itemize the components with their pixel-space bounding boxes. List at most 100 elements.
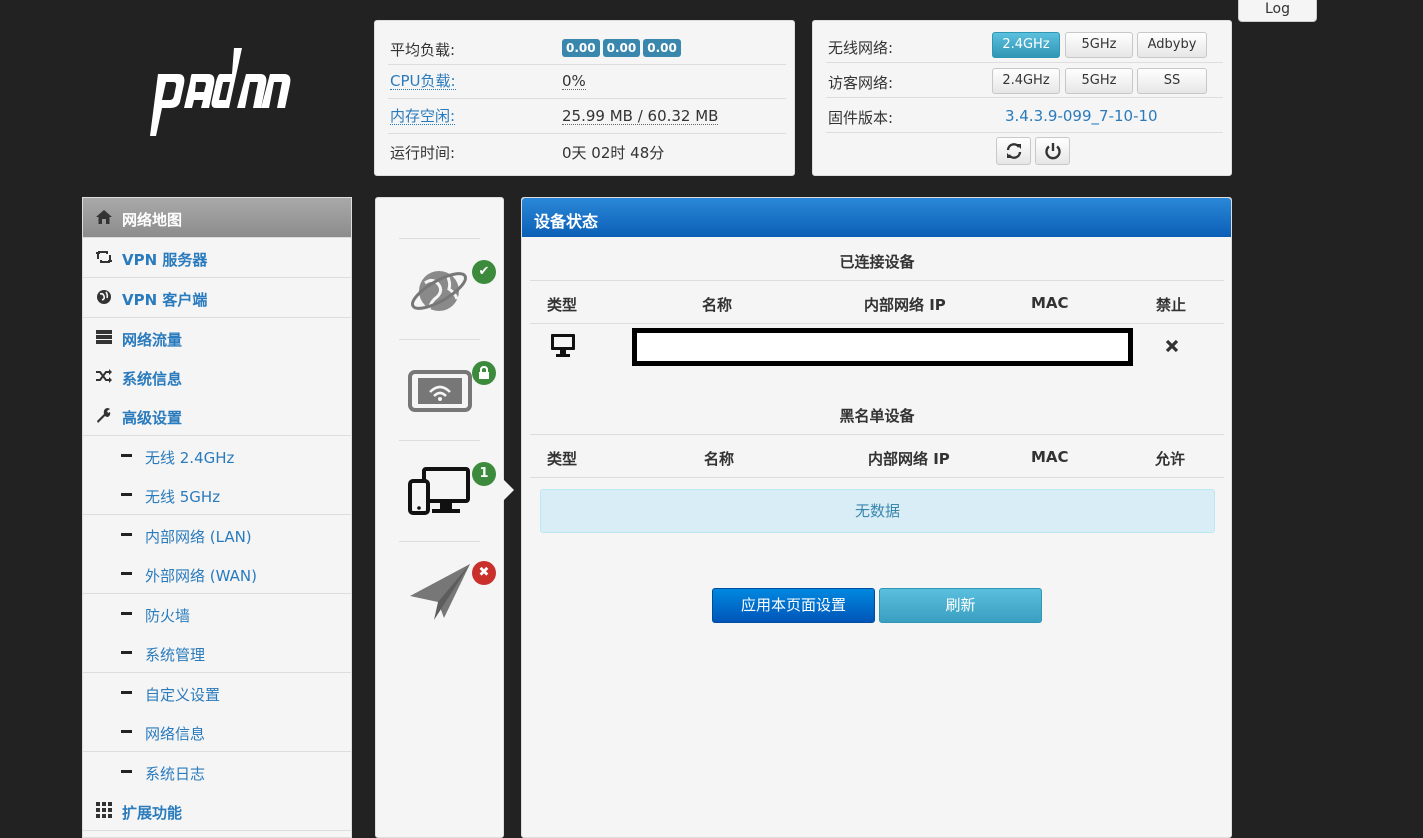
- cpu-label-link[interactable]: CPU负载:: [390, 73, 456, 90]
- connected-header-mac: MAC: [1031, 294, 1069, 312]
- sidebar-subitem-label: 防火墙: [145, 607, 191, 625]
- dash-icon: [121, 493, 132, 496]
- power-icon: [1044, 143, 1061, 160]
- sidebar-item-advanced[interactable]: 高级设置: [83, 396, 351, 436]
- uptime-label: 运行时间:: [390, 144, 456, 162]
- sidebar-item-extensions[interactable]: 扩展功能: [83, 791, 351, 831]
- sidebar-item-system-info[interactable]: 系统信息: [83, 357, 351, 397]
- sidebar-item-vpn-client[interactable]: VPN 客户端: [83, 278, 351, 318]
- uptime-row: 运行时间: 0天 02时 48分: [388, 133, 786, 167]
- load-row: 平均负载: 0.00 0.00 0.00: [388, 30, 786, 65]
- log-button[interactable]: Log: [1238, 0, 1317, 22]
- sidebar-nav: 网络地图 VPN 服务器 VPN 客户端 网络流量 系统信息 高级设置 无线 2…: [82, 197, 352, 838]
- sidebar-subitem-label: 外部网络 (WAN): [145, 567, 257, 585]
- sidebar-item-label: 高级设置: [122, 409, 183, 427]
- mem-row: 内存空闲: 25.99 MB / 60.32 MB: [388, 99, 786, 134]
- dash-icon: [121, 454, 132, 457]
- wireless-5ghz-button[interactable]: 5GHz: [1065, 32, 1133, 58]
- lock-icon: [479, 365, 489, 379]
- guest-label: 访客网络:: [828, 74, 894, 92]
- guest-row: 访客网络: 2.4GHz 5GHz SS: [826, 63, 1223, 98]
- paper-plane-icon: [410, 564, 470, 620]
- wrench-icon: [97, 408, 111, 423]
- clients-count-badge: 1: [472, 462, 496, 486]
- blacklist-header-ip: 内部网络 IP: [868, 450, 950, 468]
- sidebar-item-traffic[interactable]: 网络流量: [83, 318, 351, 358]
- sidebar-subitem-admin[interactable]: 系统管理: [83, 633, 351, 673]
- no-data-message: 无数据: [540, 489, 1215, 533]
- blacklist-header-allow: 允许: [1155, 450, 1186, 468]
- usb-status-cell[interactable]: ✖: [399, 541, 496, 642]
- sidebar-subitem-custom[interactable]: 自定义设置: [83, 673, 351, 713]
- internet-ok-badge: ✔: [472, 260, 496, 284]
- refresh-button[interactable]: [996, 137, 1031, 165]
- sidebar-subitem-label: 无线 5GHz: [145, 488, 221, 506]
- load-badge: 0.00: [562, 39, 600, 57]
- dash-icon: [121, 730, 132, 733]
- sidebar-item-label: VPN 服务器: [122, 251, 208, 269]
- load-badge: 0.00: [602, 39, 641, 57]
- sidebar-subitem-syslog[interactable]: 系统日志: [83, 752, 351, 792]
- blacklist-header-mac: MAC: [1031, 448, 1069, 466]
- sidebar-subitem-wireless-24[interactable]: 无线 2.4GHz: [83, 436, 351, 476]
- block-device-icon[interactable]: [1164, 338, 1180, 354]
- dash-icon: [121, 533, 132, 536]
- sidebar-subitem-label: 内部网络 (LAN): [145, 528, 252, 546]
- firmware-label: 固件版本:: [828, 109, 894, 127]
- internet-globe-icon: [411, 271, 467, 311]
- sidebar-subitem-lan[interactable]: 内部网络 (LAN): [83, 515, 351, 555]
- refresh-list-button[interactable]: 刷新: [879, 588, 1042, 623]
- tablet-wifi-icon: [408, 370, 472, 412]
- wireless-24ghz-button[interactable]: 2.4GHz: [992, 32, 1060, 58]
- wireless-row: 无线网络: 2.4GHz 5GHz Adbyby: [826, 28, 1223, 63]
- sidebar-item-vpn-server[interactable]: VPN 服务器: [83, 238, 351, 278]
- divider: [530, 280, 1224, 281]
- sidebar-item-network-map[interactable]: 网络地图: [83, 198, 351, 238]
- panel-header: 设备状态: [522, 198, 1231, 237]
- sidebar-subitem-label: 自定义设置: [145, 686, 221, 704]
- wifi-panel: 无线网络: 2.4GHz 5GHz Adbyby 访客网络: 2.4GHz 5G…: [812, 20, 1232, 176]
- redacted-device-info: [632, 328, 1133, 366]
- apply-settings-button[interactable]: 应用本页面设置: [712, 588, 875, 623]
- panel-title: 设备状态: [534, 212, 599, 231]
- connected-header-name: 名称: [702, 296, 733, 314]
- ss-button[interactable]: SS: [1137, 68, 1207, 94]
- dash-icon: [121, 612, 132, 615]
- status-icon-column: ✔ 1 ✖: [375, 197, 514, 838]
- internet-status-cell[interactable]: ✔: [399, 238, 496, 339]
- device-status-panel: 设备状态 已连接设备 类型 名称 内部网络 IP MAC 禁止 黑名单设备 类型…: [521, 197, 1232, 838]
- retweet-icon: [96, 251, 112, 263]
- desktop-icon: [551, 334, 575, 357]
- clients-status-cell[interactable]: 1: [399, 440, 496, 541]
- firmware-row: 固件版本: 3.4.3.9-099_7-10-10: [826, 98, 1223, 133]
- divider: [530, 477, 1224, 478]
- refresh-icon: [1006, 143, 1021, 159]
- sidebar-subitem-wireless-5[interactable]: 无线 5GHz: [83, 475, 351, 515]
- guest-5ghz-button[interactable]: 5GHz: [1065, 68, 1133, 94]
- padavan-logo: [150, 48, 291, 136]
- sidebar-subitem-label: 系统管理: [145, 646, 206, 664]
- divider: [530, 434, 1224, 435]
- sidebar-subitem-netinfo[interactable]: 网络信息: [83, 712, 351, 752]
- random-icon: [96, 369, 112, 383]
- sidebar-subitem-firewall[interactable]: 防火墙: [83, 594, 351, 634]
- connected-header-type: 类型: [547, 296, 578, 314]
- sidebar-item-label: 扩展功能: [122, 804, 183, 822]
- power-button[interactable]: [1035, 137, 1070, 165]
- cpu-row: CPU负载: 0%: [388, 64, 786, 99]
- guest-24ghz-button[interactable]: 2.4GHz: [992, 68, 1060, 94]
- sidebar-item-label: VPN 客户端: [122, 291, 208, 309]
- firmware-version-link[interactable]: 3.4.3.9-099_7-10-10: [1005, 107, 1158, 125]
- mem-label-link[interactable]: 内存空闲:: [390, 108, 456, 125]
- sidebar-subitem-wan[interactable]: 外部网络 (WAN): [83, 554, 351, 594]
- dash-icon: [121, 651, 132, 654]
- load-label: 平均负载:: [390, 41, 456, 59]
- home-icon: [96, 210, 112, 224]
- blacklist-title: 黑名单设备: [839, 407, 915, 425]
- dash-icon: [121, 770, 132, 773]
- pointer-arrow: [502, 478, 514, 502]
- guest-status-cell[interactable]: [399, 339, 496, 440]
- server-icon: [96, 330, 112, 344]
- adbyby-button[interactable]: Adbyby: [1137, 32, 1207, 58]
- sidebar-subitem-label: 系统日志: [145, 765, 206, 783]
